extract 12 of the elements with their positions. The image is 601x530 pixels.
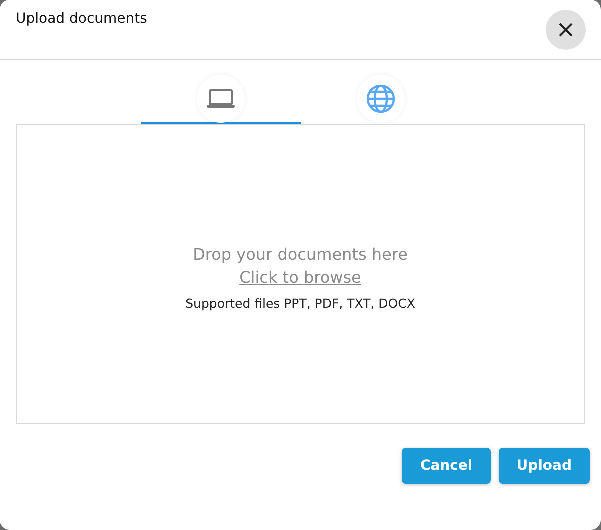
close-button[interactable] [546, 10, 586, 50]
upload-button[interactable]: Upload [498, 448, 590, 484]
drop-zone[interactable]: Drop your documents here Click to browse Supported files PPT, PDF, TXT, DOCX [16, 124, 585, 424]
browse-link[interactable]: Click to browse [240, 268, 362, 287]
cancel-button[interactable]: Cancel [402, 448, 491, 484]
dialog-title: Upload documents [16, 11, 148, 29]
tab[interactable] [140, 75, 300, 124]
close-icon [559, 23, 573, 37]
supported-files-hint: Supported files PPT, PDF, TXT, DOCX [186, 296, 416, 311]
drop-prompt: Drop your documents here [193, 245, 408, 264]
laptop-icon [206, 89, 234, 109]
globe-icon [366, 84, 396, 114]
